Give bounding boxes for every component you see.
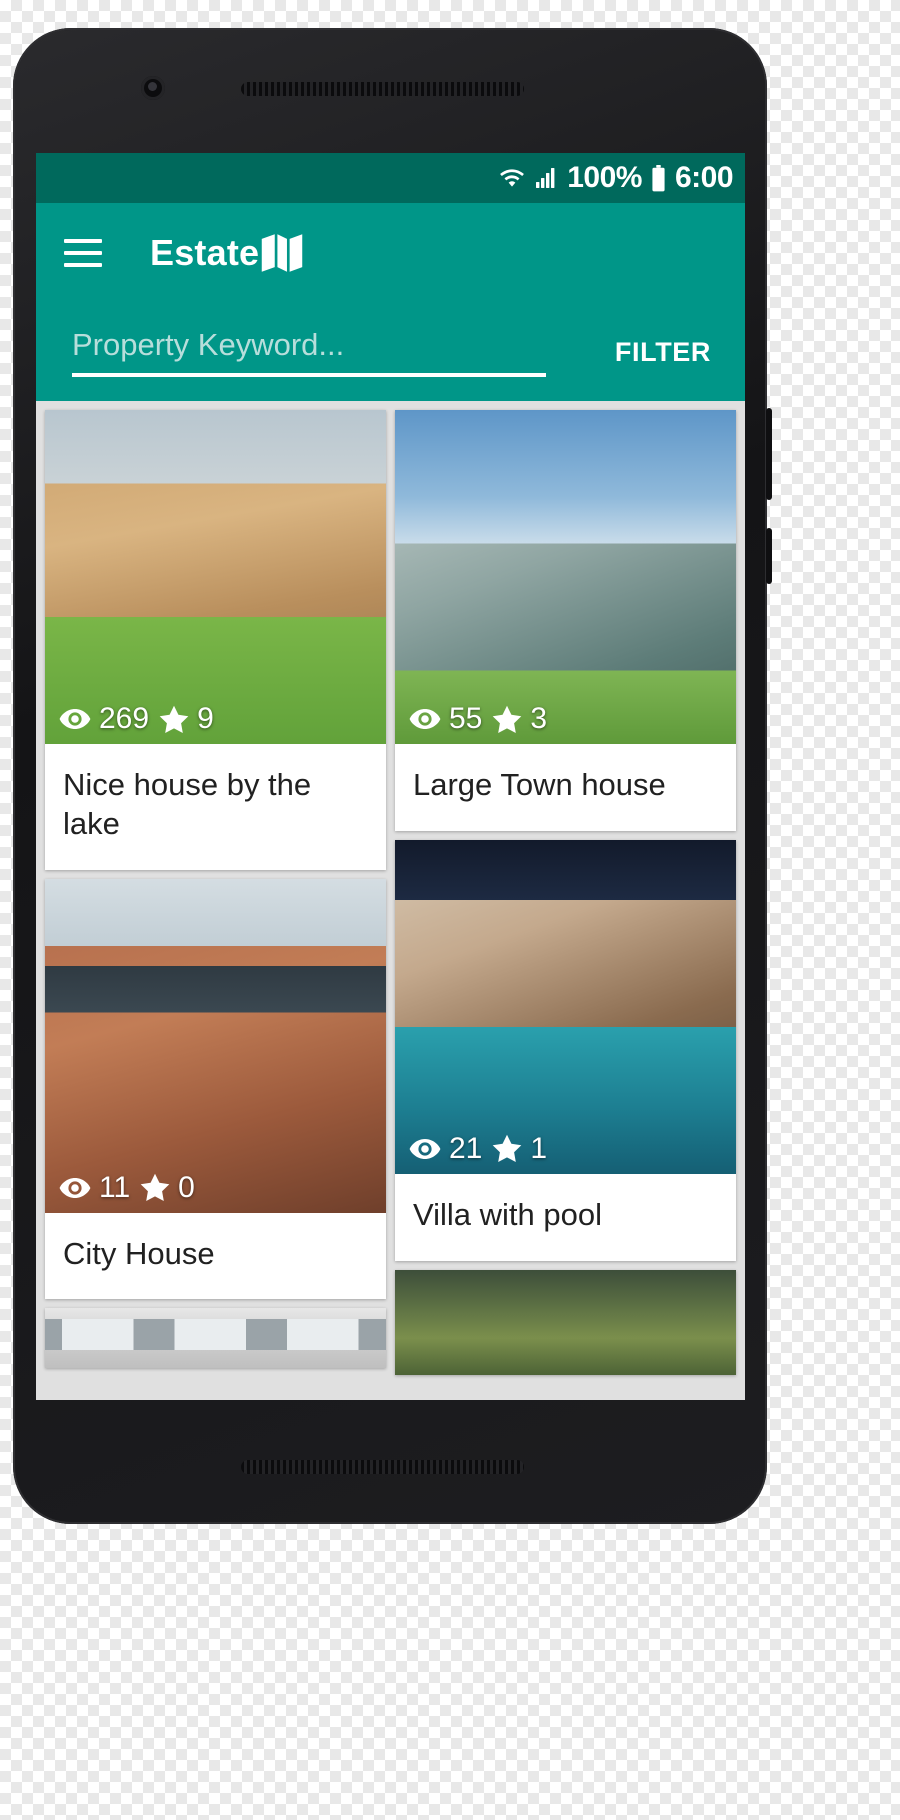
- property-card[interactable]: 21 1 Villa with pool: [395, 839, 736, 1261]
- volume-button[interactable]: [766, 408, 772, 500]
- stars-stat: 0: [140, 1171, 195, 1205]
- views-stat: 11: [59, 1171, 130, 1205]
- stars-count: 9: [197, 702, 214, 735]
- eye-icon: [59, 1177, 91, 1199]
- wifi-icon: [499, 165, 525, 191]
- views-count: 55: [449, 702, 483, 735]
- property-image[interactable]: 11 0: [45, 878, 386, 1213]
- views-count: 21: [449, 1131, 483, 1165]
- property-stats: 21 1: [409, 1132, 547, 1166]
- star-icon: [492, 705, 522, 734]
- property-title: City House: [63, 1235, 215, 1271]
- property-image[interactable]: [45, 1308, 386, 1369]
- property-stats: 55 3: [409, 702, 547, 736]
- star-icon: [159, 705, 189, 734]
- front-camera: [141, 76, 165, 100]
- property-image[interactable]: 269 9: [45, 410, 386, 744]
- star-icon: [492, 1134, 522, 1163]
- power-button[interactable]: [766, 528, 772, 584]
- property-image[interactable]: [395, 1269, 736, 1375]
- views-stat: 55: [409, 702, 482, 736]
- search-input[interactable]: [72, 327, 546, 373]
- views-stat: 21: [409, 1132, 482, 1166]
- signal-icon: [534, 166, 558, 190]
- search-underline: [72, 373, 546, 377]
- property-title: Villa with pool: [413, 1196, 602, 1232]
- filter-button[interactable]: FILTER: [609, 327, 717, 378]
- property-stats: 11 0: [59, 1171, 195, 1205]
- search-field: [72, 327, 546, 377]
- stars-stat: 1: [492, 1132, 547, 1166]
- property-card[interactable]: 11 0 City House: [45, 878, 386, 1300]
- battery-icon: [651, 164, 666, 192]
- eye-icon: [409, 708, 441, 730]
- hamburger-menu-icon[interactable]: [64, 239, 102, 267]
- earpiece-speaker: [241, 82, 524, 96]
- property-title: Nice house by the lake: [63, 767, 312, 841]
- grid-column-left: 269 9 Nice house by the lake 11 0 City H…: [45, 410, 386, 1400]
- app-bar: Estate: [36, 203, 745, 303]
- property-title: Large Town house: [413, 767, 666, 802]
- property-image[interactable]: 55 3: [395, 410, 736, 744]
- bottom-speaker: [241, 1460, 524, 1474]
- views-count: 269: [99, 702, 150, 735]
- star-icon: [140, 1173, 170, 1202]
- property-card[interactable]: 269 9 Nice house by the lake: [45, 410, 386, 870]
- stars-count: 3: [530, 702, 548, 735]
- stars-stat: 9: [159, 702, 214, 736]
- page-title: Estate: [150, 232, 260, 273]
- views-count: 11: [99, 1170, 131, 1204]
- stars-count: 0: [178, 1170, 195, 1204]
- battery-percent: 100%: [567, 161, 642, 194]
- stars-count: 1: [530, 1131, 548, 1165]
- property-image[interactable]: 21 1: [395, 839, 736, 1174]
- grid-column-right: 55 3 Large Town house 21 1 Villa with po…: [395, 410, 736, 1400]
- views-stat: 269: [59, 702, 149, 736]
- property-card[interactable]: 55 3 Large Town house: [395, 410, 736, 831]
- phone-device: 100% 6:00 Estate Property Keyword... FIL…: [13, 28, 772, 1524]
- property-stats: 269 9: [59, 702, 214, 736]
- property-grid[interactable]: 269 9 Nice house by the lake 11 0 City H…: [36, 401, 745, 1400]
- property-card[interactable]: [395, 1269, 736, 1375]
- clock: 6:00: [674, 161, 734, 194]
- search-bar: FILTER: [36, 303, 745, 401]
- eye-icon: [409, 1138, 441, 1160]
- phone-screen: 100% 6:00 Estate Property Keyword... FIL…: [36, 153, 745, 1400]
- eye-icon: [59, 708, 91, 730]
- map-icon[interactable]: [259, 232, 305, 274]
- status-bar: 100% 6:00: [36, 153, 745, 203]
- stars-stat: 3: [492, 702, 547, 736]
- property-card[interactable]: [45, 1308, 386, 1369]
